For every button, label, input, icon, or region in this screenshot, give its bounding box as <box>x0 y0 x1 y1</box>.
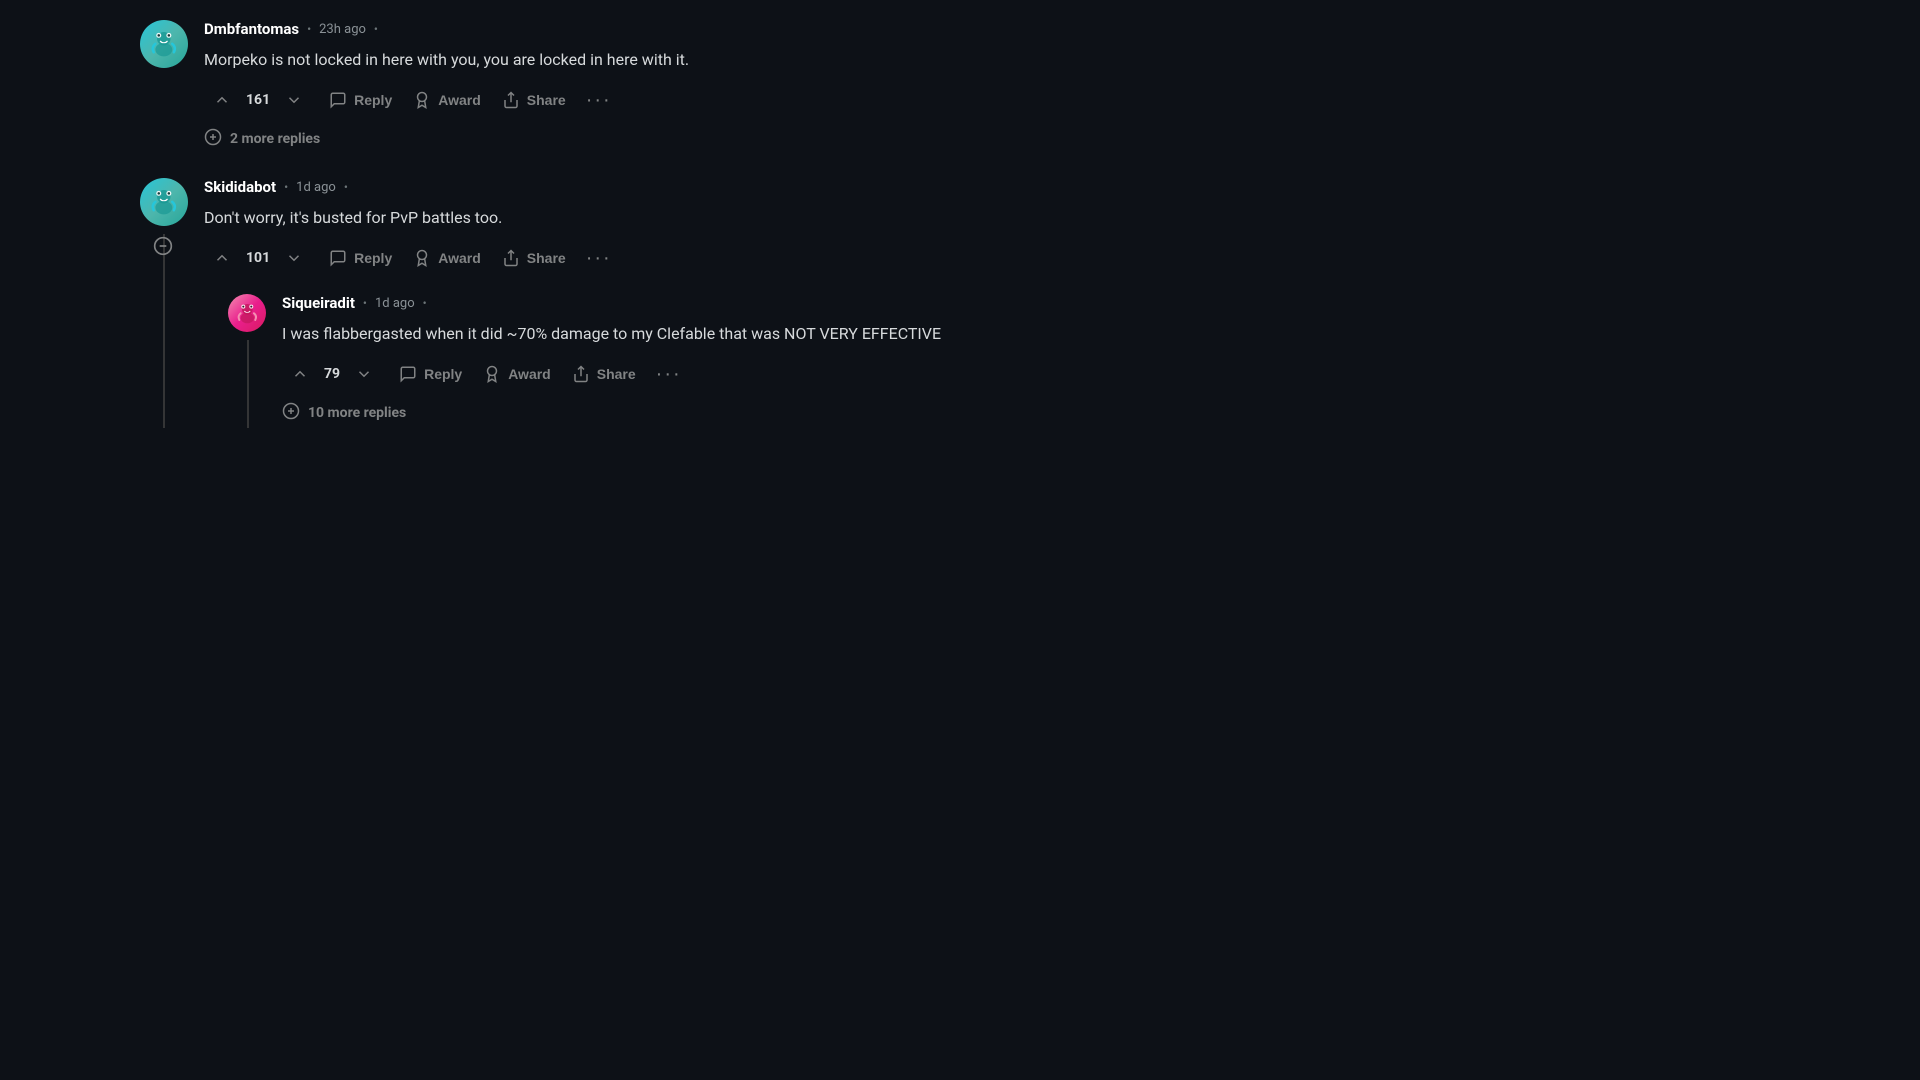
vote-count-1: 161 <box>246 92 270 108</box>
more-replies-icon-1 <box>204 128 222 150</box>
downvote-button-2[interactable] <box>276 242 312 274</box>
more-options-button-nested[interactable]: ··· <box>648 359 690 390</box>
reply-button-nested[interactable]: Reply <box>390 358 470 390</box>
vote-count-2: 101 <box>246 250 270 266</box>
timestamp-1: 23h ago <box>319 22 366 37</box>
downvote-icon-nested <box>354 364 374 384</box>
username-skididabot: Skididabot <box>204 178 276 196</box>
reply-icon-1 <box>328 90 348 110</box>
upvote-icon-nested <box>290 364 310 384</box>
upvote-button-2[interactable] <box>204 242 240 274</box>
upvote-button-1[interactable] <box>204 84 240 116</box>
vote-section-2: 101 <box>204 242 312 274</box>
award-button-1[interactable]: Award <box>404 84 489 116</box>
nested-comment-header: Siqueiradit • 1d ago • <box>282 294 1400 312</box>
more-options-button-2[interactable]: ··· <box>578 243 620 274</box>
comment-block-2: Skididabot • 1d ago • Don't worry, it's … <box>140 178 1400 428</box>
award-icon-2 <box>412 248 432 268</box>
comment-content-1: Dmbfantomas • 23h ago • Morpeko is not l… <box>204 20 1400 154</box>
share-label-1: Share <box>527 92 566 108</box>
reply-icon-nested <box>398 364 418 384</box>
share-icon-1 <box>501 90 521 110</box>
more-options-button-1[interactable]: ··· <box>578 85 620 116</box>
upvote-icon-2 <box>212 248 232 268</box>
nested-more-replies-text: 10 more replies <box>308 405 406 421</box>
vote-section-1: 161 <box>204 84 312 116</box>
reply-label-nested: Reply <box>424 366 462 382</box>
username-siqueiradit: Siqueiradit <box>282 294 355 312</box>
reply-icon-2 <box>328 248 348 268</box>
upvote-icon-1 <box>212 90 232 110</box>
nested-vote-section: 79 <box>282 358 382 390</box>
downvote-button-nested[interactable] <box>346 358 382 390</box>
thread-line-2 <box>163 234 165 428</box>
nested-more-replies[interactable]: 10 more replies <box>282 398 1400 428</box>
avatar-dmbfantomas <box>140 20 188 68</box>
reply-label-1: Reply <box>354 92 392 108</box>
award-button-2[interactable]: Award <box>404 242 489 274</box>
reply-button-2[interactable]: Reply <box>320 242 400 274</box>
comment-content-2: Skididabot • 1d ago • Don't worry, it's … <box>204 178 1400 428</box>
comments-container: Dmbfantomas • 23h ago • Morpeko is not l… <box>0 0 1400 472</box>
share-button-1[interactable]: Share <box>493 84 574 116</box>
nested-comment-block: Siqueiradit • 1d ago • I was flabbergast… <box>228 294 1400 428</box>
award-label-nested: Award <box>508 366 551 382</box>
nested-comment-text: I was flabbergasted when it did ~70% dam… <box>282 322 1400 346</box>
award-icon-nested <box>482 364 502 384</box>
comment-text-1: Morpeko is not locked in here with you, … <box>204 48 1400 72</box>
downvote-button-1[interactable] <box>276 84 312 116</box>
more-replies-1[interactable]: 2 more replies <box>204 124 1400 154</box>
award-label-2: Award <box>438 250 481 266</box>
avatar-skididabot <box>140 178 188 226</box>
award-label-1: Award <box>438 92 481 108</box>
more-replies-icon-nested <box>282 402 300 424</box>
comment-text-2: Don't worry, it's busted for PvP battles… <box>204 206 1400 230</box>
share-button-nested[interactable]: Share <box>563 358 644 390</box>
share-label-2: Share <box>527 250 566 266</box>
action-bar-1: 161 Reply <box>204 84 1400 116</box>
share-button-2[interactable]: Share <box>493 242 574 274</box>
nested-thread-line <box>247 340 249 428</box>
upvote-button-nested[interactable] <box>282 358 318 390</box>
action-bar-2: 101 Reply <box>204 242 1400 274</box>
downvote-icon-1 <box>284 90 304 110</box>
award-icon-1 <box>412 90 432 110</box>
share-label-nested: Share <box>597 366 636 382</box>
award-button-nested[interactable]: Award <box>474 358 559 390</box>
nested-comment-content: Siqueiradit • 1d ago • I was flabbergast… <box>282 294 1400 428</box>
comment-header-2: Skididabot • 1d ago • <box>204 178 1400 196</box>
avatar-siqueiradit <box>228 294 266 332</box>
username-dmbfantomas: Dmbfantomas <box>204 20 299 38</box>
collapse-button-2[interactable] <box>151 234 175 258</box>
share-icon-2 <box>501 248 521 268</box>
nested-vote-count: 79 <box>324 366 340 382</box>
downvote-icon-2 <box>284 248 304 268</box>
nested-action-bar: 79 <box>282 358 1400 390</box>
reply-button-1[interactable]: Reply <box>320 84 400 116</box>
reply-label-2: Reply <box>354 250 392 266</box>
nested-timestamp: 1d ago <box>375 296 415 311</box>
timestamp-2: 1d ago <box>296 180 336 195</box>
comment-block-1: Dmbfantomas • 23h ago • Morpeko is not l… <box>140 20 1400 154</box>
comment-header-1: Dmbfantomas • 23h ago • <box>204 20 1400 38</box>
share-icon-nested <box>571 364 591 384</box>
more-replies-text-1: 2 more replies <box>230 131 320 147</box>
